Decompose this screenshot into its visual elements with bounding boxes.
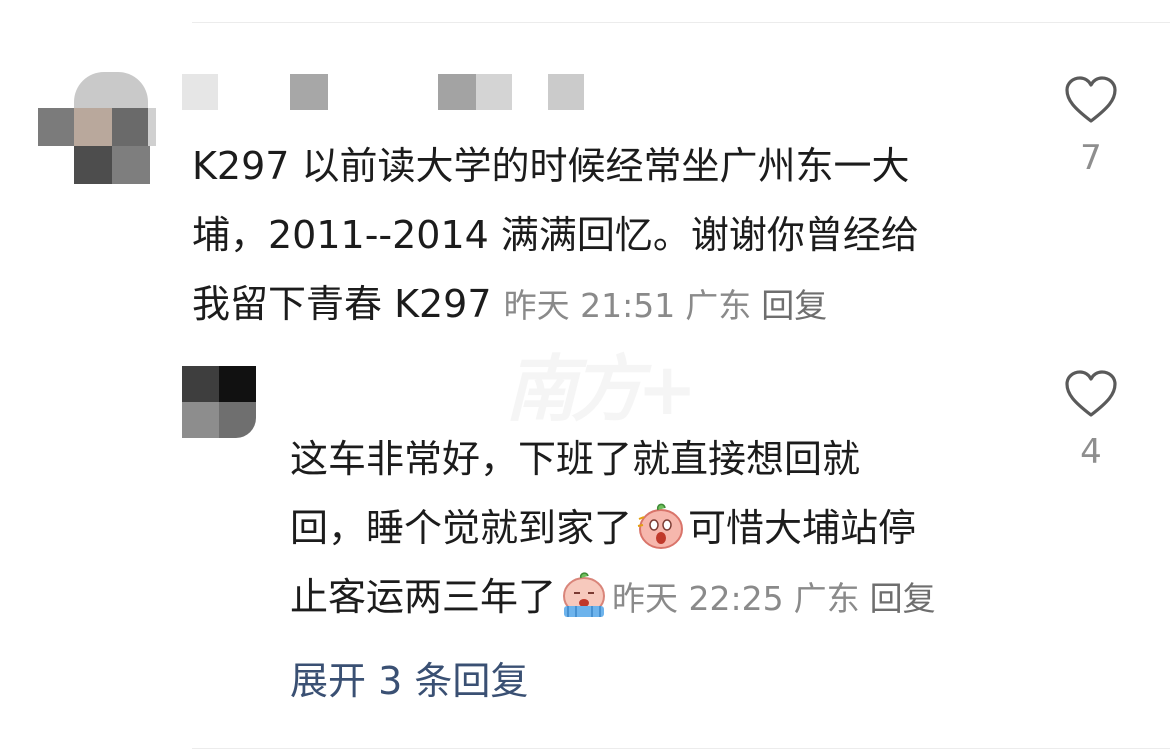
watermark-logo: 南方+: [505, 346, 697, 431]
comment-location: 广东: [685, 286, 752, 325]
top-divider: [192, 22, 1170, 23]
reply-location: 广东: [793, 579, 860, 618]
expand-replies-link[interactable]: 展开 3 条回复: [290, 650, 528, 705]
reply-button[interactable]: 回复: [761, 286, 827, 325]
like-count: 7: [1080, 138, 1102, 178]
reply-avatar[interactable]: [182, 366, 256, 438]
reply-like-button[interactable]: 4: [1061, 370, 1121, 472]
heart-icon: [1065, 76, 1117, 123]
comment-meta: 昨天 21:51 广东 回复: [504, 286, 838, 325]
reply-meta: 昨天 22:25 广东 回复: [612, 579, 946, 618]
like-button[interactable]: 7: [1061, 76, 1121, 178]
reply-time: 昨天 22:25: [612, 579, 784, 618]
shocked-emoji-icon: [637, 503, 684, 549]
comment-time: 昨天 21:51: [503, 286, 676, 325]
reply-text: 这车非常好，下班了就直接想回就 回，睡个觉就到家了 可惜大埔站停 止客运两三年了…: [290, 425, 1020, 633]
avatar[interactable]: [38, 72, 156, 184]
username[interactable]: [180, 72, 590, 112]
comment-text: K297 以前读大学的时候经常坐广州东一大 埔，2011--2014 满满回忆。…: [192, 132, 1012, 340]
heart-icon: [1065, 370, 1117, 417]
reply-reply-button[interactable]: 回复: [870, 579, 936, 618]
bottom-divider: [192, 748, 1170, 749]
crying-emoji-icon: [563, 572, 606, 617]
reply-like-count: 4: [1080, 432, 1102, 472]
